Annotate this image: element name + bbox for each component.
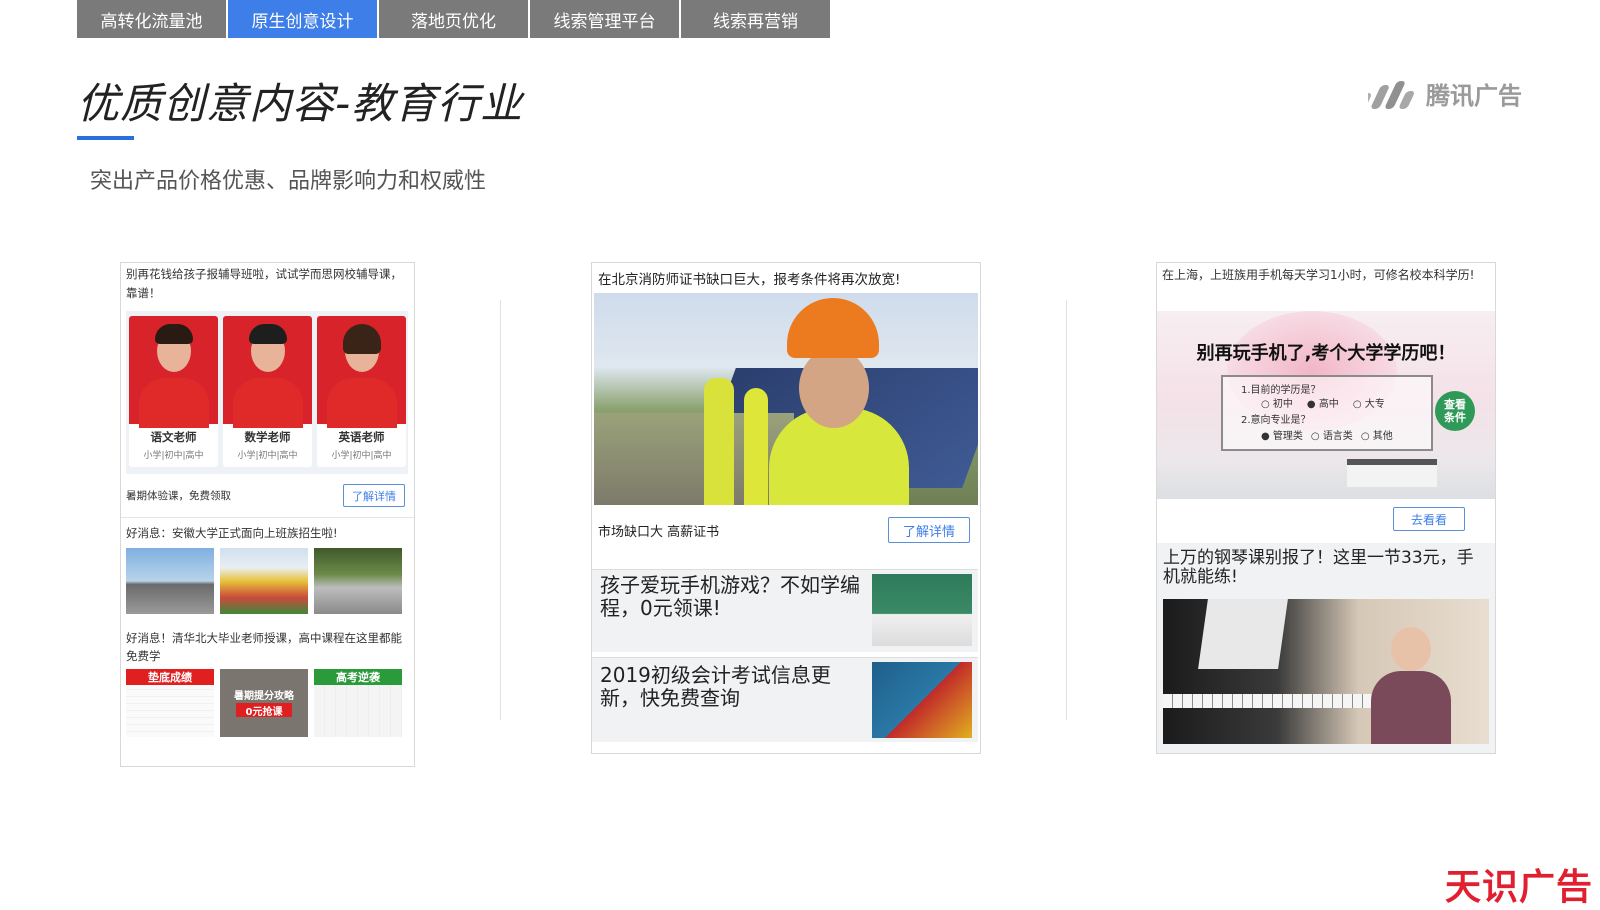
quiz-question: 1.目前的学历是？ [1241,385,1321,396]
teacher-name: 数学老师 [244,430,291,444]
teacher-photo [317,316,406,428]
strategy-label: 暑期提分攻略 [234,691,294,702]
face [799,348,869,428]
tab-landing-page[interactable]: 落地页优化 [379,0,528,38]
quiz-options: ● 管理类 ○ 语言类 ○ 其他 [1261,427,1393,442]
banner-headline: 别再玩手机了,考个大学学历吧！ [1196,343,1456,364]
news-headline[interactable]: 好消息：安徽大学正式面向上班族招生啦! [126,525,338,541]
learn-more-button[interactable]: 了解详情 [343,484,405,507]
news-item[interactable]: 孩子爱玩手机游戏？不如学编程，0元领课! [592,569,978,652]
worker-figure [744,388,768,505]
news-headline: 孩子爱玩手机游戏？不如学编程，0元领课! [600,573,860,620]
card-caption: 在北京消防师证书缺口巨大，报考条件将再次放宽! [598,272,901,288]
certificate-image [872,662,972,738]
logo-mark-icon [1368,80,1414,109]
piano-keys [1163,694,1373,708]
summer-strategy-image[interactable]: 暑期提分攻略 0元抢课 [220,669,308,737]
tab-native-creative[interactable]: 原生创意设计 [228,0,377,38]
coding-kids-image [872,574,972,646]
teacher-card[interactable]: 英语老师 小学|初中|高中 [317,316,406,467]
promo-text: 市场缺口大 高薪证书 [598,525,720,540]
tab-lead-management[interactable]: 线索管理平台 [530,0,679,38]
piano-girl-image[interactable] [1163,599,1489,744]
option-radio[interactable]: ○ 初中 [1261,395,1293,410]
option-radio[interactable]: ○ 大专 [1353,395,1385,410]
logo-text: 腾讯广告 [1426,82,1522,110]
column-divider [500,300,501,720]
scores-image[interactable]: 垫底成绩 [126,669,214,737]
news-headline[interactable]: 好消息！清华北大毕业老师授课，高中课程在这里都能免费学 [126,629,408,665]
education-quiz: 1.目前的学历是？ ○ 初中 ● 高中 ○ 大专 2.意向专业是？ ● 管理类 … [1221,375,1433,451]
ad-card-education-3: 在上海，上班族用手机每天学习1小时，可修名校本科学历! 别再玩手机了,考个大学学… [1156,262,1496,754]
footer-brand: 天识广告 [1445,867,1594,908]
tencent-ads-logo: 腾讯广告 [1368,76,1522,111]
exam-comeback-image[interactable]: 高考逆袭 [314,669,402,737]
teacher-levels: 小学|初中|高中 [331,451,392,461]
hard-hat [787,298,879,358]
teacher-card[interactable]: 数学老师 小学|初中|高中 [223,316,312,467]
option-radio[interactable]: ○ 其他 [1361,427,1393,442]
teacher-panel: 语文老师 小学|初中|高中 数学老师 小学|初中|高中 英语老师 小学|初中|高… [126,311,408,474]
girl-sweater [1371,671,1451,744]
news-headline: 上万的钢琴课别报了！这里一节33元，手机就能练! [1163,548,1474,587]
top-tab-bar: 高转化流量池 原生创意设计 落地页优化 线索管理平台 线索再营销 [77,0,832,38]
ad-card-education-2: 在北京消防师证书缺口巨大，报考条件将再次放宽! 市场缺口大 高薪证书 了解详情 … [591,262,981,754]
solar-worker-image[interactable] [594,293,978,505]
learn-more-button[interactable]: 了解详情 [888,517,970,543]
house-shape [1347,459,1437,487]
separator [121,517,414,518]
option-radio[interactable]: ○ 语言类 [1311,427,1353,442]
free-badge: 0元抢课 [236,703,292,718]
teacher-levels: 小学|初中|高中 [143,451,204,461]
teacher-photo [223,316,312,428]
page-subtitle: 突出产品价格优惠、品牌影响力和权威性 [90,169,487,194]
teacher-levels: 小学|初中|高中 [237,451,298,461]
study-image-row: 垫底成绩 暑期提分攻略 0元抢课 高考逆袭 [126,669,402,737]
promo-text: 暑期体验课，免费领取 [126,490,231,502]
girl-face [1391,627,1431,671]
worker-figure [704,378,734,505]
news-item[interactable]: 2019初级会计考试信息更新，快免费查询 [592,657,978,742]
stadium-image[interactable] [220,548,308,614]
teacher-name: 英语老师 [338,430,385,444]
cherry-blossom-banner[interactable]: 别再玩手机了,考个大学学历吧！ 1.目前的学历是？ ○ 初中 ● 高中 ○ 大专… [1157,311,1495,499]
card-caption: 别再花钱给孩子报辅导班啦，试试学而思网校辅导课，靠谱！ [126,267,402,300]
option-radio-checked[interactable]: ● 管理类 [1261,427,1303,442]
column-divider [1066,300,1067,720]
scores-tag: 垫底成绩 [126,669,214,685]
quiz-question: 2.意向专业是？ [1241,415,1311,426]
option-radio-checked[interactable]: ● 高中 [1307,395,1339,410]
building-image[interactable] [314,548,402,614]
news-headline: 2019初级会计考试信息更新，快免费查询 [600,663,831,710]
page-title: 优质创意内容-教育行业 [77,79,524,128]
teacher-name: 语文老师 [150,430,197,444]
go-see-button[interactable]: 去看看 [1393,507,1465,531]
teacher-card[interactable]: 语文老师 小学|初中|高中 [129,316,218,467]
tab-traffic-pool[interactable]: 高转化流量池 [77,0,226,38]
title-underline [77,136,134,140]
campus-image-row [126,548,402,614]
card-caption: 在上海，上班族用手机每天学习1小时，可修名校本科学历! [1162,268,1475,282]
comeback-tag: 高考逆袭 [314,669,402,685]
ad-card-education-1: 别再花钱给孩子报辅导班啦，试试学而思网校辅导课，靠谱！ 语文老师 小学|初中|高… [120,262,415,767]
check-conditions-button[interactable]: 查看条件 [1435,391,1475,431]
tab-remarketing[interactable]: 线索再营销 [681,0,830,38]
sheet-music [1198,599,1288,669]
quiz-options: ○ 初中 ● 高中 ○ 大专 [1261,395,1385,410]
teacher-photo [129,316,218,428]
campus-gate-image[interactable] [126,548,214,614]
